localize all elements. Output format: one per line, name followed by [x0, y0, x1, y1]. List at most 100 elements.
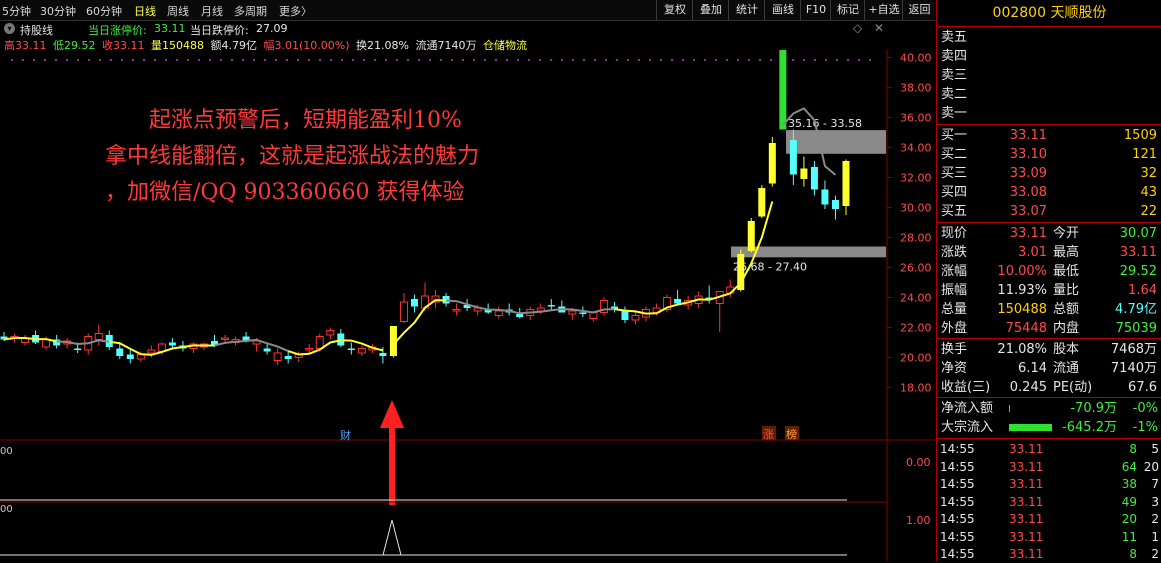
stat-label: 总量: [941, 302, 968, 317]
tick-price: 33.11: [1009, 477, 1044, 491]
dot-marker: [154, 59, 156, 61]
fund-value: 7140万: [1110, 361, 1157, 376]
bid-price: 33.11: [1009, 128, 1047, 143]
bid-price: 33.07: [1009, 204, 1047, 219]
ask-row[interactable]: 卖三: [937, 66, 1161, 85]
settings-diamond-icon[interactable]: ◇: [853, 21, 862, 35]
y-tick-label: 34.00: [900, 142, 932, 155]
period-30min[interactable]: 30分钟: [40, 3, 76, 19]
stat-label: 涨幅: [941, 264, 968, 279]
tick-row: 14:55 33.11 11 1: [937, 529, 1161, 546]
period-daily[interactable]: 日线: [134, 3, 156, 19]
period-5min[interactable]: 5分钟: [2, 3, 31, 19]
stat-value: 30.07: [1119, 226, 1157, 241]
back-button[interactable]: 返回: [902, 0, 936, 20]
ask-row[interactable]: 卖二: [937, 85, 1161, 104]
tick-price: 33.11: [1009, 529, 1044, 544]
stat-label: 最低: [1053, 264, 1080, 279]
dot-marker: [231, 59, 233, 61]
separator: [937, 222, 1161, 223]
lower-tick-label: 0.00: [906, 456, 931, 469]
dot-marker: [264, 59, 266, 61]
lower-tick-label: 1.00: [906, 514, 931, 527]
bid-row[interactable]: 买五 33.07 22: [937, 202, 1161, 221]
f10-button[interactable]: F10: [800, 0, 831, 20]
dot-marker: [319, 59, 321, 61]
ask-label: 卖四: [941, 49, 968, 64]
stat-label: 外盘: [941, 321, 968, 336]
tick-price: 33.11: [1009, 442, 1044, 456]
dot-marker: [704, 59, 706, 61]
bid-row[interactable]: 买四 33.08 43: [937, 183, 1161, 202]
add-watchlist-button[interactable]: +自选: [864, 0, 903, 20]
candle: [558, 300, 566, 313]
dot-marker: [836, 59, 838, 61]
bid-row[interactable]: 买三 33.09 32: [937, 164, 1161, 183]
mark-button[interactable]: 标记: [830, 0, 865, 20]
indicator-name[interactable]: 持股线: [20, 22, 53, 38]
stat-value: 11.93%: [997, 283, 1047, 298]
candle: [800, 156, 808, 187]
period-multi[interactable]: 多周期: [234, 3, 267, 19]
y-tick-label: 40.00: [900, 52, 932, 65]
bid-label: 买五: [941, 204, 968, 219]
dot-marker: [616, 59, 618, 61]
candle: [126, 350, 134, 364]
ask-label: 卖二: [941, 87, 968, 102]
dot-marker: [715, 59, 717, 61]
tick-time: 14:55: [940, 529, 975, 544]
tick-volume: 49: [1121, 494, 1137, 509]
bid-row[interactable]: 买一 33.11 1509: [937, 126, 1161, 145]
signal-spike: [382, 519, 402, 556]
tick-volume: 11: [1121, 529, 1137, 544]
dot-marker: [638, 59, 640, 61]
dot-marker: [440, 59, 442, 61]
stock-title[interactable]: 002800 天顺股份: [937, 0, 1161, 27]
period-weekly[interactable]: 周线: [167, 3, 189, 19]
fund-value: 7468万: [1110, 342, 1157, 357]
draw-button[interactable]: 画线: [764, 0, 801, 20]
resistance-box: [786, 130, 886, 154]
stat-value: 29.52: [1119, 264, 1157, 279]
period-more[interactable]: 更多〉: [279, 3, 312, 19]
candle: [494, 306, 503, 319]
ask-row[interactable]: 卖五: [937, 28, 1161, 47]
stat-label: 总额: [1053, 302, 1080, 317]
stat-value: 10.00%: [997, 264, 1047, 279]
tick-row: 14:55 33.11 8 5: [937, 441, 1161, 458]
bid-volume: 43: [1140, 185, 1157, 200]
candle: [705, 285, 713, 304]
flow-value: -645.2万: [1062, 420, 1117, 435]
stat-value: 1.64: [1128, 283, 1157, 298]
dot-marker: [814, 59, 816, 61]
separator: [937, 124, 1161, 125]
tick-price: 33.11: [1009, 547, 1044, 561]
dot-marker: [110, 59, 112, 61]
ask-row[interactable]: 卖四: [937, 47, 1161, 66]
adjust-button[interactable]: 复权: [656, 0, 693, 20]
period-monthly[interactable]: 月线: [201, 3, 223, 19]
stat-value: 4.79亿: [1115, 302, 1157, 317]
close-icon[interactable]: ✕: [874, 21, 884, 35]
dot-marker: [693, 59, 695, 61]
ask-row[interactable]: 卖一: [937, 104, 1161, 123]
period-60min[interactable]: 60分钟: [86, 3, 122, 19]
limit-down-label: 当日跌停价:: [190, 24, 249, 37]
stat-label: 今开: [1053, 226, 1080, 241]
candle: [105, 330, 113, 350]
bid-row[interactable]: 买二 33.10 121: [937, 145, 1161, 164]
candle: [326, 327, 335, 340]
candle: [831, 195, 839, 220]
dot-marker: [143, 59, 145, 61]
dot-marker: [748, 59, 750, 61]
candle: [32, 330, 40, 344]
dot-marker: [165, 59, 167, 61]
dot-marker: [99, 59, 101, 61]
indicator-menu-icon[interactable]: ▾: [4, 23, 15, 34]
tick-count: 5: [1151, 442, 1159, 456]
fund-label: 流通: [1053, 361, 1080, 376]
stats-button[interactable]: 统计: [728, 0, 765, 20]
tick-volume: 38: [1121, 477, 1137, 491]
dot-marker: [132, 59, 134, 61]
overlay-button[interactable]: 叠加: [692, 0, 729, 20]
